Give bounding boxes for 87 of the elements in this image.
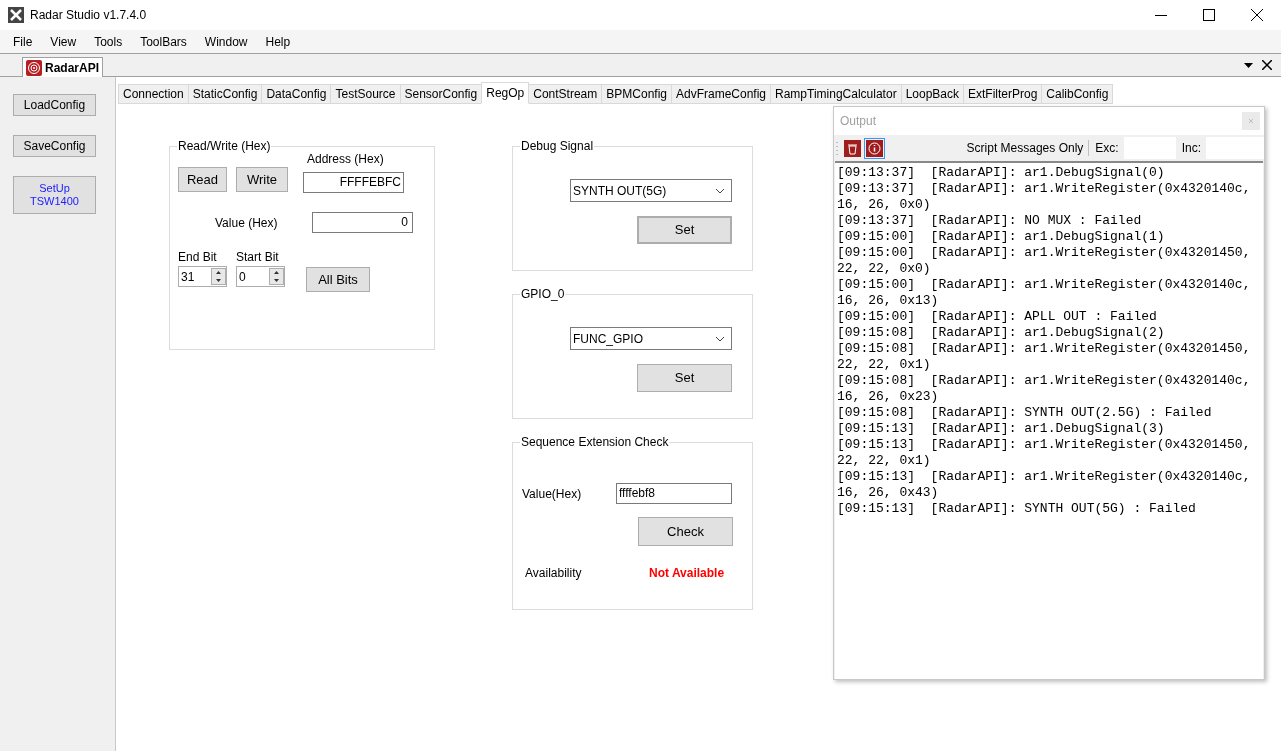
menu-item[interactable]: File — [4, 32, 42, 51]
chevron-down-icon — [715, 335, 725, 342]
chevron-down-icon — [715, 187, 725, 194]
log-line: [09:15:08] [RadarAPI]: ar1.DebugSignal(2) — [837, 325, 1166, 341]
exclude-label: Exc: — [1095, 140, 1119, 157]
menu-item[interactable]: Help — [256, 32, 300, 51]
sidebar-button[interactable]: LoadConfig — [13, 94, 96, 116]
value-field[interactable]: 0 — [312, 212, 413, 233]
trash-icon[interactable] — [844, 139, 861, 157]
group-title: Debug Signal — [520, 138, 595, 154]
sidebar-button[interactable]: SaveConfig — [13, 135, 96, 157]
field-label: Address (Hex) — [307, 151, 384, 168]
log-line: 22, 22, 0x1) — [837, 357, 932, 373]
write-button[interactable]: Write — [236, 167, 288, 192]
tab[interactable]: StaticConfig — [187, 84, 263, 104]
setup-button[interactable]: SetUp TSW1400 — [13, 176, 96, 214]
tab[interactable]: ExtFilterProg — [963, 84, 1043, 104]
spin-field[interactable]: 31 — [178, 266, 227, 287]
tab[interactable]: LoopBack — [900, 84, 964, 104]
tab[interactable]: CalibConfig — [1041, 84, 1114, 104]
signal-dropdown[interactable]: SYNTH OUT(5G) — [570, 179, 732, 202]
log-line: [09:15:00] [RadarAPI]: ar1.WriteRegister(0x4320140c, — [837, 277, 1252, 293]
include-label: Inc: — [1181, 140, 1201, 157]
log-line: [09:15:00] [RadarAPI]: ar1.DebugSignal(1) — [837, 229, 1166, 245]
up-down-arrows-icon — [269, 268, 284, 285]
log-line: [09:15:08] [RadarAPI]: ar1.WriteRegister(0x4320140c, — [837, 373, 1252, 389]
menu-item[interactable]: ToolBars — [131, 32, 196, 51]
log-line: [09:15:08] [RadarAPI]: SYNTH OUT(2.5G) : Failed — [837, 405, 1213, 421]
log-line: [09:15:08] [RadarAPI]: ar1.WriteRegister(0x43201450, — [837, 341, 1252, 357]
log-line: 16, 26, 0x13) — [837, 293, 940, 309]
all-bits-button[interactable]: All Bits — [306, 267, 370, 292]
panel-title: Output — [840, 113, 877, 130]
menu-item[interactable]: Tools — [85, 32, 132, 51]
log-line: [09:15:13] [RadarAPI]: ar1.WriteRegister(0x43201450, — [837, 437, 1252, 453]
field-label: Value (Hex) — [215, 214, 279, 232]
set-button[interactable]: Set — [637, 216, 732, 244]
include-field[interactable] — [1206, 137, 1264, 159]
document-tab[interactable]: RadarAPI — [22, 57, 104, 77]
tab[interactable]: RegOp — [481, 82, 530, 104]
up-down-arrows-icon — [211, 268, 226, 285]
group-title: Sequence Extension Check — [520, 434, 670, 450]
log-line: [09:13:37] [RadarAPI]: ar1.DebugSignal(0) — [837, 165, 1166, 181]
filter-button[interactable]: Script Messages Only — [966, 139, 1084, 157]
tab[interactable]: BPMConfig — [601, 84, 672, 104]
log-line: 22, 22, 0x1) — [837, 453, 932, 469]
log-line: [09:13:37] [RadarAPI]: NO MUX : Failed — [837, 213, 1143, 229]
log-line: 16, 26, 0x0) — [837, 197, 932, 213]
availability-status: Not Available — [649, 565, 725, 582]
tab[interactable]: DataConfig — [261, 84, 332, 104]
log-line: 16, 26, 0x23) — [837, 389, 940, 405]
log-line: [09:15:13] [RadarAPI]: ar1.DebugSignal(3) — [837, 421, 1166, 437]
read-button[interactable]: Read — [178, 167, 227, 192]
group-title: GPIO_0 — [520, 286, 566, 302]
spin-field[interactable]: 0 — [236, 266, 285, 287]
close-icon[interactable] — [1262, 60, 1272, 70]
field-label: End Bit — [178, 249, 218, 266]
dropdown-arrow-icon[interactable] — [1244, 63, 1253, 68]
address-field[interactable]: FFFFEBFC — [303, 172, 404, 193]
tab[interactable]: SensorConfig — [399, 84, 483, 104]
info-icon[interactable] — [866, 139, 883, 157]
field-label: Start Bit — [236, 249, 280, 266]
log-line: [09:15:13] [RadarAPI]: ar1.WriteRegister(0x4320140c, — [837, 469, 1252, 485]
log-line: 16, 26, 0x43) — [837, 485, 940, 501]
log-line: [09:15:00] [RadarAPI]: APLL OUT : Failed — [837, 309, 1158, 325]
signal-dropdown[interactable]: FUNC_GPIO — [570, 327, 732, 350]
tab[interactable]: Connection — [118, 84, 189, 104]
menu-item[interactable]: Window — [195, 32, 257, 51]
close-icon[interactable] — [1251, 9, 1263, 21]
minimize-icon[interactable] — [1155, 15, 1167, 17]
tab[interactable]: TestSource — [330, 84, 401, 104]
maximize-icon[interactable] — [1203, 9, 1215, 21]
tab[interactable]: ContStream — [528, 84, 603, 104]
tab[interactable]: AdvFrameConfig — [671, 84, 772, 104]
group-title: Read/Write (Hex) — [177, 138, 272, 154]
availability-label: Availability — [525, 565, 583, 582]
window-title: Radar Studio v1.7.4.0 — [30, 7, 147, 24]
log-line: [09:13:37] [RadarAPI]: ar1.WriteRegister(0x4320140c, — [837, 181, 1252, 197]
log-line: [09:15:00] [RadarAPI]: ar1.WriteRegister(0x43201450, — [837, 245, 1252, 261]
value-field[interactable]: ffffebf8 — [616, 483, 732, 504]
field-label: Value(Hex) — [522, 485, 583, 503]
set-button[interactable]: Set — [637, 364, 732, 392]
check-button[interactable]: Check — [638, 517, 733, 546]
radar-logo-icon — [26, 59, 42, 76]
log-line: 22, 22, 0x0) — [837, 261, 932, 277]
menu-item[interactable]: View — [41, 32, 86, 51]
log-line: [09:15:13] [RadarAPI]: SYNTH OUT(5G) : Failed — [837, 501, 1197, 517]
tab[interactable]: RampTimingCalculator — [770, 84, 902, 104]
